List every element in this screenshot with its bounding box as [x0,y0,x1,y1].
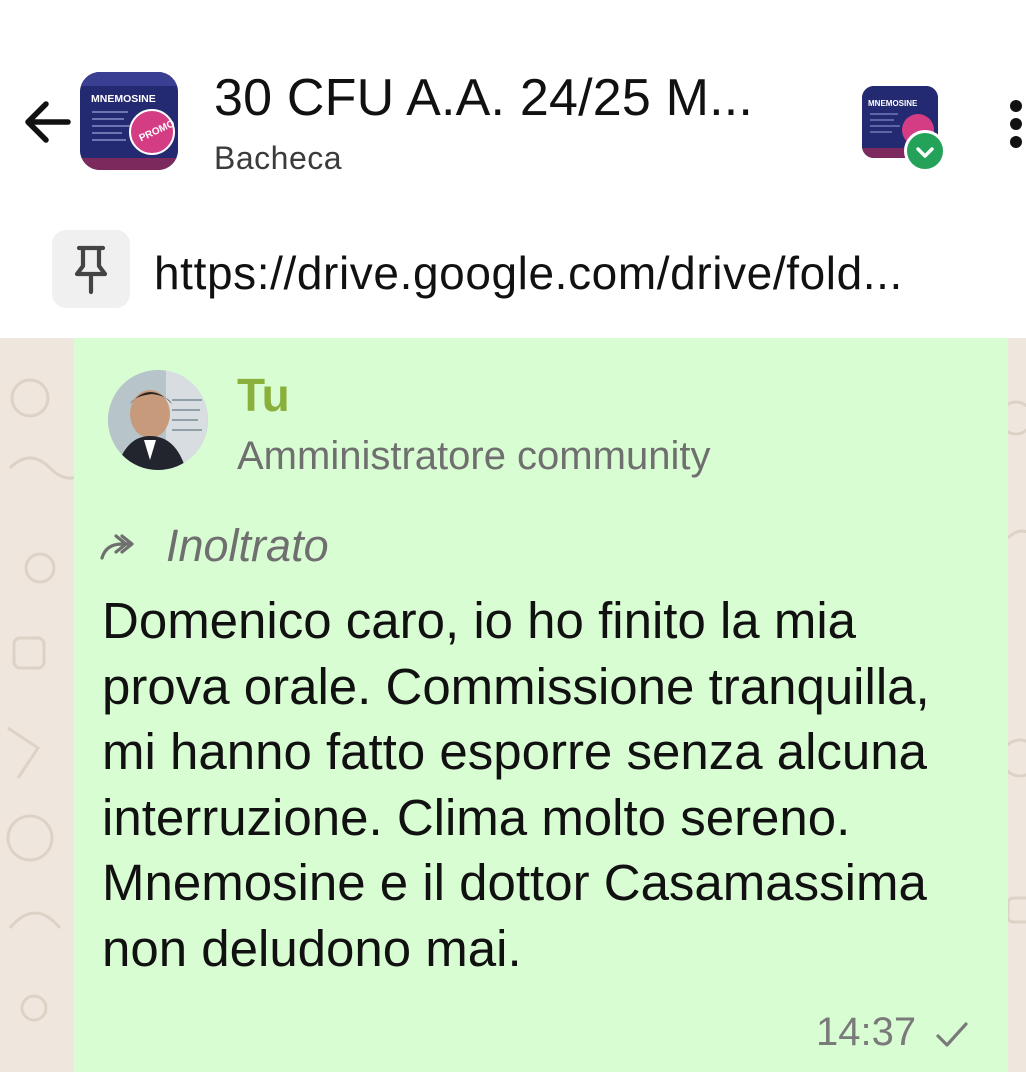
chat-subtitle[interactable]: Bacheca [214,140,342,177]
message-bubble[interactable]: Tu Amministratore community Inoltrato Do… [74,338,1008,1072]
pin-icon [52,230,130,308]
forwarded-label: Inoltrato [166,520,329,571]
more-options-icon[interactable] [996,96,1026,156]
pinned-message-bar[interactable]: https://drive.google.com/drive/fold... [0,202,1026,339]
sender-name: Tu [237,369,290,421]
verified-check-icon [904,130,946,172]
pinned-link[interactable]: https://drive.google.com/drive/fold... [154,246,903,300]
chat-title[interactable]: 30 CFU A.A. 24/25 M... [214,68,814,128]
back-arrow-icon[interactable] [18,92,78,152]
message-time: 14:37 [816,1010,917,1054]
forward-icon [98,528,138,568]
community-avatar[interactable]: MNEMOSINE [862,86,946,172]
message-text: Domenico caro, io ho finito la mia prova… [102,592,930,977]
community-logo-text: MNEMOSINE [868,99,918,108]
chat-area: Tu Amministratore community Inoltrato Do… [0,338,1026,1072]
group-logo-text: MNEMOSINE [91,93,156,105]
sent-check-icon [932,1014,972,1054]
group-avatar[interactable]: MNEMOSINE PROMO [80,72,178,170]
chat-header: MNEMOSINE PROMO 30 CFU A.A. 24/25 M... B… [0,0,1026,203]
sender-avatar[interactable] [108,370,208,470]
sender-role: Amministratore community [237,434,711,478]
